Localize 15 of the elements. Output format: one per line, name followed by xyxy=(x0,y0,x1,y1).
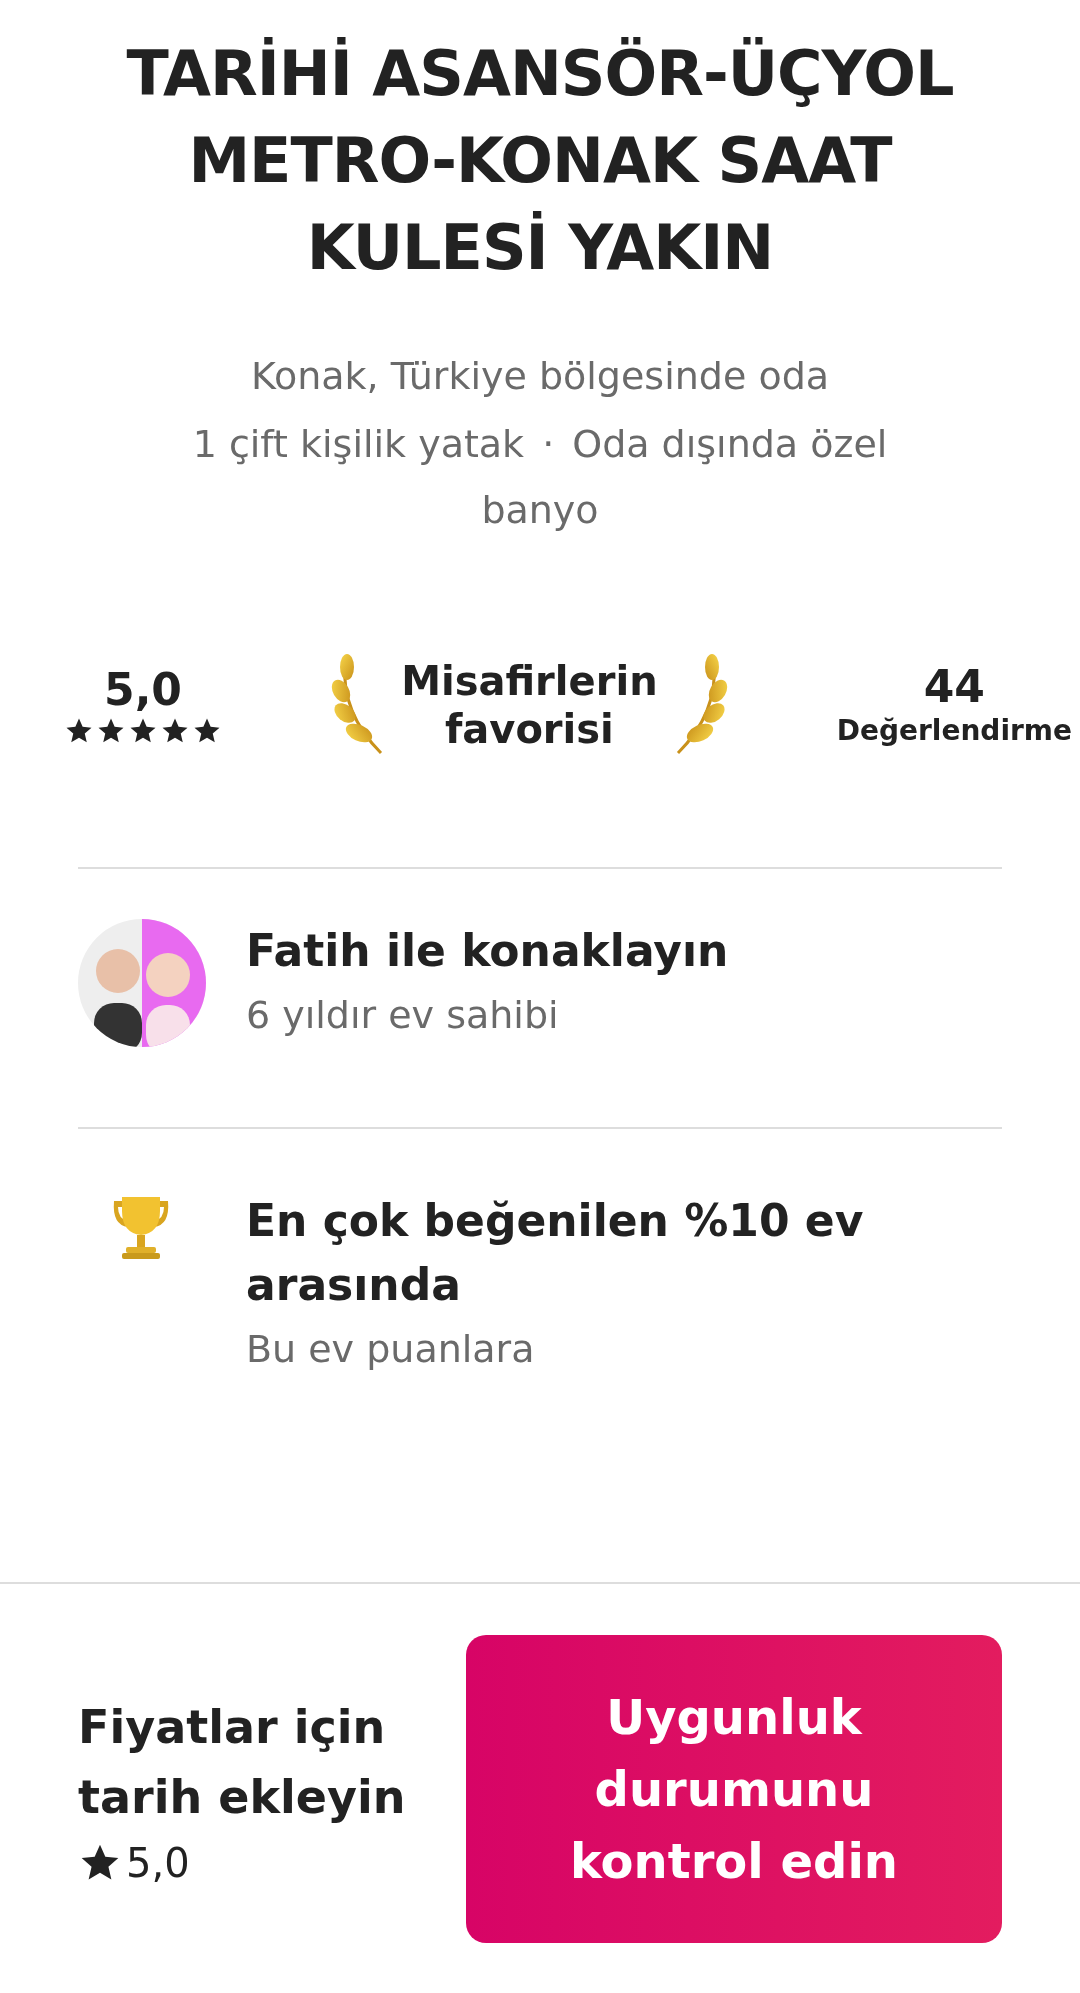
check-availability-button[interactable]: Uygunluk durumunu kontrol edin xyxy=(466,1634,1002,1943)
badge-text: Misafirlerin xyxy=(401,657,658,705)
review-count: 44 xyxy=(923,661,985,713)
review-label: Değerlendirme xyxy=(836,713,1072,749)
listing-title: TARİHİ ASANSÖR-ÜÇYOL METRO-KONAK SAAT KULESİ YAKIN xyxy=(125,36,955,286)
badge-text: favorisi xyxy=(444,705,614,753)
rating-value: 5,0 xyxy=(104,664,182,716)
highlight-title: En çok beğenilen %10 ev arasında xyxy=(246,1194,865,1312)
room-details: 1 çift kişilik yatak · Oda dışında özel banyo xyxy=(191,421,889,534)
location-text: Konak, Türkiye bölgesinde oda xyxy=(250,353,830,400)
host-subtitle: 6 yıldır ev sahibi xyxy=(246,992,560,1039)
host-title: Fatih ile konaklayın xyxy=(246,924,729,978)
price-prompt: Fiyatlar için tarih ekleyin xyxy=(78,1698,407,1826)
highlight-text: Bu ev puanlara xyxy=(246,1326,536,1373)
footer-rating: 5,0 xyxy=(126,1839,190,1886)
